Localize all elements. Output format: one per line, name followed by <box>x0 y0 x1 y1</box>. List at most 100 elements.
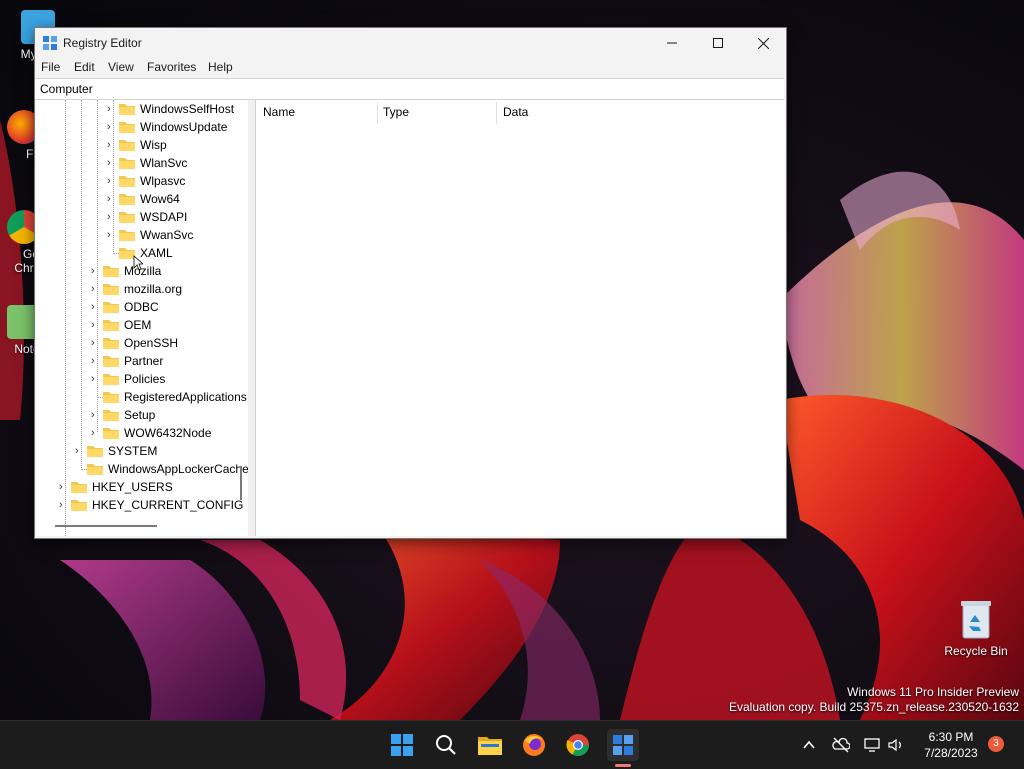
maximize-icon <box>713 38 723 48</box>
tree-node-wow64[interactable]: › Wow64 <box>107 190 248 208</box>
chevron-right-icon[interactable]: › <box>91 409 101 421</box>
tree-guide-line <box>81 100 82 468</box>
chevron-right-icon[interactable]: › <box>91 265 101 277</box>
tree-node-wsdapi[interactable]: › WSDAPI <box>107 208 248 226</box>
tree-node-setup[interactable]: › Setup <box>91 406 248 424</box>
search-button[interactable] <box>430 729 462 761</box>
clock-date: 7/28/2023 <box>924 746 978 760</box>
tree-node-wlpasvc[interactable]: › Wlpasvc <box>107 172 248 190</box>
chrome-icon <box>566 734 589 756</box>
chevron-right-icon[interactable]: › <box>107 121 117 133</box>
tree-node-windowsupdate[interactable]: › WindowsUpdate <box>107 118 248 136</box>
folder-icon <box>103 410 119 421</box>
tree-node-wisp[interactable]: › Wisp <box>107 136 248 154</box>
key-tree[interactable]: › WindowsSelfHost › WindowsUpdate › Wisp… <box>36 100 248 536</box>
chevron-right-icon[interactable]: › <box>107 211 117 223</box>
tree-node-odbc[interactable]: › ODBC <box>91 298 248 316</box>
chevron-right-icon[interactable]: › <box>107 193 117 205</box>
folder-icon <box>71 482 87 493</box>
start-button[interactable] <box>386 729 418 761</box>
display-icon[interactable] <box>864 737 882 753</box>
chevron-right-icon[interactable]: › <box>91 301 101 313</box>
chevron-right-icon[interactable]: › <box>59 481 69 493</box>
registry-editor-taskbar-button[interactable] <box>607 729 639 761</box>
registry-editor-icon <box>613 735 633 755</box>
tree-node-partner[interactable]: › Partner <box>91 352 248 370</box>
tree-node-windowsselfhost[interactable]: › WindowsSelfHost <box>107 100 248 118</box>
title-bar[interactable]: Registry Editor <box>35 28 786 58</box>
file-explorer-button[interactable] <box>474 729 506 761</box>
chevron-right-icon[interactable]: › <box>91 427 101 439</box>
close-button[interactable] <box>740 28 786 58</box>
search-icon <box>436 735 456 755</box>
start-icon <box>391 734 413 756</box>
windows-watermark: Windows 11 Pro Insider Preview Evaluatio… <box>729 685 1019 714</box>
chevron-right-icon[interactable]: › <box>107 157 117 169</box>
tree-node-wlansvc[interactable]: › WlanSvc <box>107 154 248 172</box>
tree-node-windowsapplockercache[interactable]: WindowsAppLockerCache <box>75 460 248 478</box>
tree-node-oem[interactable]: › OEM <box>91 316 248 334</box>
desktop-icon-recycle-bin[interactable]: Recycle Bin <box>940 598 1012 658</box>
tree-node-mozilla[interactable]: › Mozilla <box>91 262 248 280</box>
chevron-up-icon[interactable] <box>802 738 816 752</box>
pane-splitter[interactable] <box>248 100 254 536</box>
folder-icon <box>103 302 119 313</box>
menu-view[interactable]: View <box>108 60 134 74</box>
folder-icon <box>119 122 135 133</box>
folder-icon <box>71 500 87 511</box>
address-bar[interactable]: Computer <box>35 78 784 100</box>
menu-favorites[interactable]: Favorites <box>147 60 196 74</box>
folder-icon <box>103 284 119 295</box>
recycle-bin-icon <box>961 601 991 639</box>
tree-node-wwansvc[interactable]: › WwanSvc <box>107 226 248 244</box>
system-clock[interactable]: 6:30 PM 7/28/2023 <box>920 729 982 761</box>
column-divider[interactable] <box>377 102 378 124</box>
chevron-right-icon[interactable]: › <box>91 337 101 349</box>
column-header-name[interactable]: Name <box>263 105 295 123</box>
values-list[interactable]: Name Type Data <box>255 100 785 536</box>
tree-vertical-scrollbar[interactable] <box>240 466 242 500</box>
tree-node-mozilla-org[interactable]: › mozilla.org <box>91 280 248 298</box>
column-header-data[interactable]: Data <box>503 105 528 123</box>
chevron-right-icon[interactable]: › <box>59 499 69 511</box>
chevron-right-icon[interactable]: › <box>75 445 85 457</box>
window-title: Registry Editor <box>63 36 142 50</box>
menu-edit[interactable]: Edit <box>74 60 95 74</box>
volume-icon[interactable] <box>887 737 905 753</box>
tree-node-system[interactable]: › SYSTEM <box>75 442 248 460</box>
menu-file[interactable]: File <box>41 60 60 74</box>
chrome-button[interactable] <box>562 729 594 761</box>
folder-icon <box>103 266 119 277</box>
tree-horizontal-scrollbar[interactable] <box>55 525 157 527</box>
minimize-button[interactable] <box>649 28 695 58</box>
network-offline-icon[interactable] <box>832 737 850 753</box>
chevron-right-icon[interactable]: › <box>91 373 101 385</box>
chevron-right-icon[interactable]: › <box>107 175 117 187</box>
chevron-right-icon[interactable]: › <box>91 355 101 367</box>
tree-node-policies[interactable]: › Policies <box>91 370 248 388</box>
column-divider[interactable] <box>496 102 497 124</box>
folder-icon <box>119 104 135 115</box>
tree-node-hkey-current-config[interactable]: › HKEY_CURRENT_CONFIG <box>59 496 248 514</box>
tree-node-hkey-users[interactable]: › HKEY_USERS <box>59 478 248 496</box>
tree-node-openssh[interactable]: › OpenSSH <box>91 334 248 352</box>
notification-badge[interactable]: 3 <box>988 736 1004 752</box>
folder-icon <box>87 464 103 475</box>
menu-help[interactable]: Help <box>208 60 233 74</box>
chevron-right-icon[interactable]: › <box>91 283 101 295</box>
tree-node-registeredapplications[interactable]: RegisteredApplications <box>91 388 248 406</box>
chevron-right-icon[interactable]: › <box>107 139 117 151</box>
registry-editor-window[interactable]: Registry Editor File Edit View Favorites… <box>34 27 787 539</box>
chevron-right-icon[interactable]: › <box>91 319 101 331</box>
folder-icon <box>119 212 135 223</box>
tree-node-wow6432node[interactable]: › WOW6432Node <box>91 424 248 442</box>
chevron-right-icon[interactable]: › <box>107 103 117 115</box>
folder-icon <box>103 320 119 331</box>
column-header-type[interactable]: Type <box>383 105 409 123</box>
maximize-button[interactable] <box>695 28 741 58</box>
folder-icon <box>103 356 119 367</box>
folder-icon <box>119 230 135 241</box>
chevron-right-icon[interactable]: › <box>107 229 117 241</box>
firefox-button[interactable] <box>518 729 550 761</box>
tree-node-xaml[interactable]: XAML <box>107 244 248 262</box>
